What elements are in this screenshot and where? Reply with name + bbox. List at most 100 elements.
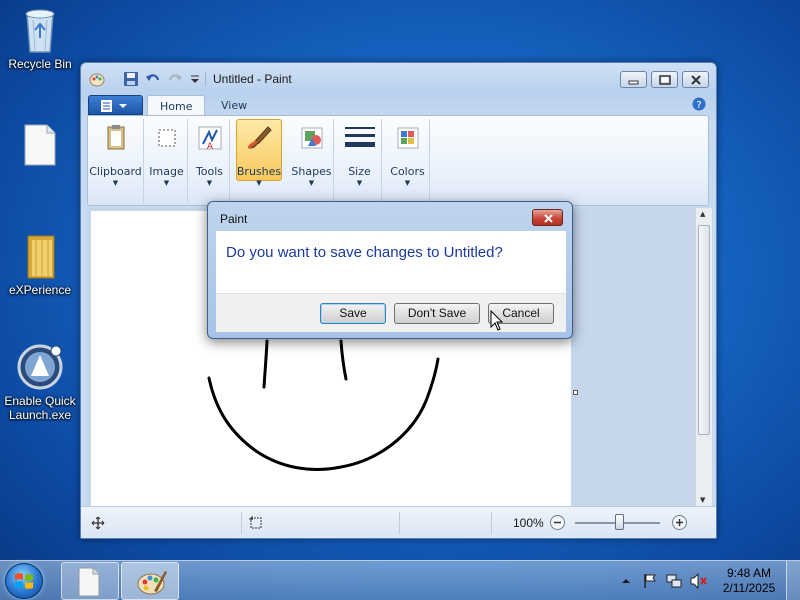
shapes-icon bbox=[301, 127, 322, 149]
group-size[interactable]: Size ▼ bbox=[338, 119, 382, 203]
window-controls bbox=[620, 71, 709, 88]
title-divider bbox=[205, 72, 206, 86]
show-hidden-icons-icon[interactable] bbox=[621, 576, 631, 586]
zoom-in-button[interactable] bbox=[672, 515, 687, 530]
blank-file-icon bbox=[24, 124, 56, 166]
close-icon bbox=[691, 75, 701, 85]
zoom-level: 100% bbox=[513, 516, 544, 530]
paint-palette-icon bbox=[137, 571, 167, 595]
maximize-button[interactable] bbox=[651, 71, 678, 88]
clock[interactable]: 9:48 AM 2/11/2025 bbox=[716, 566, 782, 596]
clock-date: 2/11/2025 bbox=[722, 581, 776, 595]
show-desktop-button[interactable] bbox=[786, 561, 800, 600]
start-button[interactable] bbox=[5, 563, 43, 599]
ribbon-tabs: Home View ? bbox=[87, 93, 709, 116]
close-icon bbox=[544, 214, 553, 223]
size-icon bbox=[344, 127, 375, 147]
save-button[interactable]: Save bbox=[320, 303, 386, 324]
group-label: Tools bbox=[195, 165, 224, 178]
dont-save-button[interactable]: Don't Save bbox=[394, 303, 480, 324]
clock-time: 9:48 AM bbox=[726, 566, 772, 580]
action-center-flag-icon[interactable] bbox=[642, 573, 658, 589]
scrollbar-thumb[interactable] bbox=[698, 225, 710, 435]
cursor-position-icon bbox=[91, 516, 105, 530]
svg-text:?: ? bbox=[696, 100, 701, 111]
dropdown-arrow-icon: ▼ bbox=[163, 179, 170, 187]
minimize-icon bbox=[628, 80, 639, 85]
scroll-up-icon[interactable]: ▲ bbox=[700, 210, 705, 218]
paint-app-icon[interactable] bbox=[89, 71, 105, 87]
group-brushes[interactable]: Brushes ▼ bbox=[234, 119, 284, 203]
window-title: Untitled - Paint bbox=[213, 72, 292, 86]
status-divider bbox=[241, 512, 242, 534]
status-divider bbox=[491, 512, 492, 534]
group-colors[interactable]: Colors ▼ bbox=[386, 119, 430, 203]
dropdown-arrow-icon: ▼ bbox=[404, 179, 411, 187]
minimize-button[interactable] bbox=[620, 71, 647, 88]
colors-icon bbox=[397, 127, 418, 149]
dialog-close-button[interactable] bbox=[532, 209, 563, 226]
group-label: Size bbox=[348, 165, 371, 178]
taskbar-item-explorer[interactable] bbox=[61, 562, 119, 600]
paint-menu-button[interactable] bbox=[88, 95, 143, 115]
dropdown-arrow-icon: ▼ bbox=[112, 179, 119, 187]
select-icon bbox=[158, 129, 175, 147]
vertical-scrollbar[interactable]: ▲ ▼ bbox=[695, 208, 712, 506]
mouse-cursor-icon bbox=[490, 310, 504, 331]
desktop-icon-label: eXPerience bbox=[8, 283, 72, 297]
undo-icon[interactable] bbox=[145, 71, 161, 87]
group-tools[interactable]: A Tools ▼ bbox=[190, 119, 230, 203]
dropdown-arrow-icon: ▼ bbox=[308, 179, 315, 187]
group-label: Colors bbox=[390, 165, 425, 178]
desktop-icon-experience[interactable]: eXPerience bbox=[1, 232, 79, 297]
plus-icon bbox=[676, 519, 683, 526]
clipboard-icon bbox=[107, 125, 124, 150]
dropdown-arrow-icon: ▼ bbox=[256, 179, 262, 187]
save-icon[interactable] bbox=[123, 71, 139, 87]
status-bar: 100% bbox=[81, 506, 716, 538]
scroll-down-icon[interactable]: ▼ bbox=[700, 496, 705, 504]
taskbar: 9:48 AM 2/11/2025 bbox=[0, 560, 800, 600]
quick-launch-icon bbox=[17, 344, 63, 390]
zoom-slider-thumb[interactable] bbox=[615, 514, 624, 530]
tab-home[interactable]: Home bbox=[147, 95, 206, 116]
network-icon[interactable] bbox=[666, 573, 682, 589]
dropdown-arrow-icon: ▼ bbox=[356, 179, 363, 187]
group-image[interactable]: Image ▼ bbox=[146, 119, 188, 203]
desktop-icon-enable-quick-launch[interactable]: Enable Quick Launch.exe bbox=[1, 343, 79, 422]
dialog-footer: Save Don't Save Cancel bbox=[216, 293, 566, 332]
status-divider bbox=[399, 512, 400, 534]
group-shapes[interactable]: Shapes ▼ bbox=[290, 119, 334, 203]
dialog-title: Paint bbox=[220, 212, 248, 226]
minus-icon bbox=[554, 521, 561, 524]
maximize-icon bbox=[659, 75, 671, 85]
folder-icon bbox=[27, 235, 55, 279]
help-icon[interactable]: ? bbox=[692, 97, 706, 111]
desktop-icon-label: Enable Quick Launch.exe bbox=[4, 394, 76, 422]
desktop-icon-blank-file[interactable] bbox=[1, 124, 79, 169]
ribbon: Clipboard ▼ Image ▼ A Tools ▼ Brushes ▼ bbox=[87, 115, 709, 206]
recycle-bin-icon bbox=[25, 9, 55, 53]
group-clipboard[interactable]: Clipboard ▼ bbox=[88, 119, 144, 203]
group-label: Image bbox=[149, 165, 184, 178]
windows-logo-icon bbox=[15, 573, 33, 589]
group-label: Clipboard bbox=[89, 165, 142, 178]
desktop-icon-label: Recycle Bin bbox=[8, 57, 72, 71]
dialog-content: Do you want to save changes to Untitled? bbox=[216, 231, 566, 293]
selection-size-icon bbox=[249, 516, 262, 529]
customize-toolbar-icon[interactable] bbox=[187, 71, 203, 87]
close-window-button[interactable] bbox=[682, 71, 709, 88]
dialog-message: Do you want to save changes to Untitled? bbox=[226, 244, 503, 261]
title-bar[interactable]: Untitled - Paint bbox=[81, 63, 716, 93]
redo-icon[interactable] bbox=[167, 71, 183, 87]
menu-icon bbox=[101, 100, 127, 112]
group-label: Shapes bbox=[291, 165, 332, 178]
desktop-icon-recycle-bin[interactable]: Recycle Bin bbox=[1, 6, 79, 71]
volume-muted-icon[interactable] bbox=[690, 573, 708, 589]
save-changes-dialog: Paint Do you want to save changes to Unt… bbox=[207, 201, 573, 339]
zoom-out-button[interactable] bbox=[550, 515, 565, 530]
taskbar-item-paint[interactable] bbox=[121, 562, 179, 600]
blank-file-icon bbox=[78, 567, 100, 597]
canvas-resize-handle[interactable] bbox=[573, 390, 578, 395]
tab-view[interactable]: View bbox=[209, 95, 259, 116]
